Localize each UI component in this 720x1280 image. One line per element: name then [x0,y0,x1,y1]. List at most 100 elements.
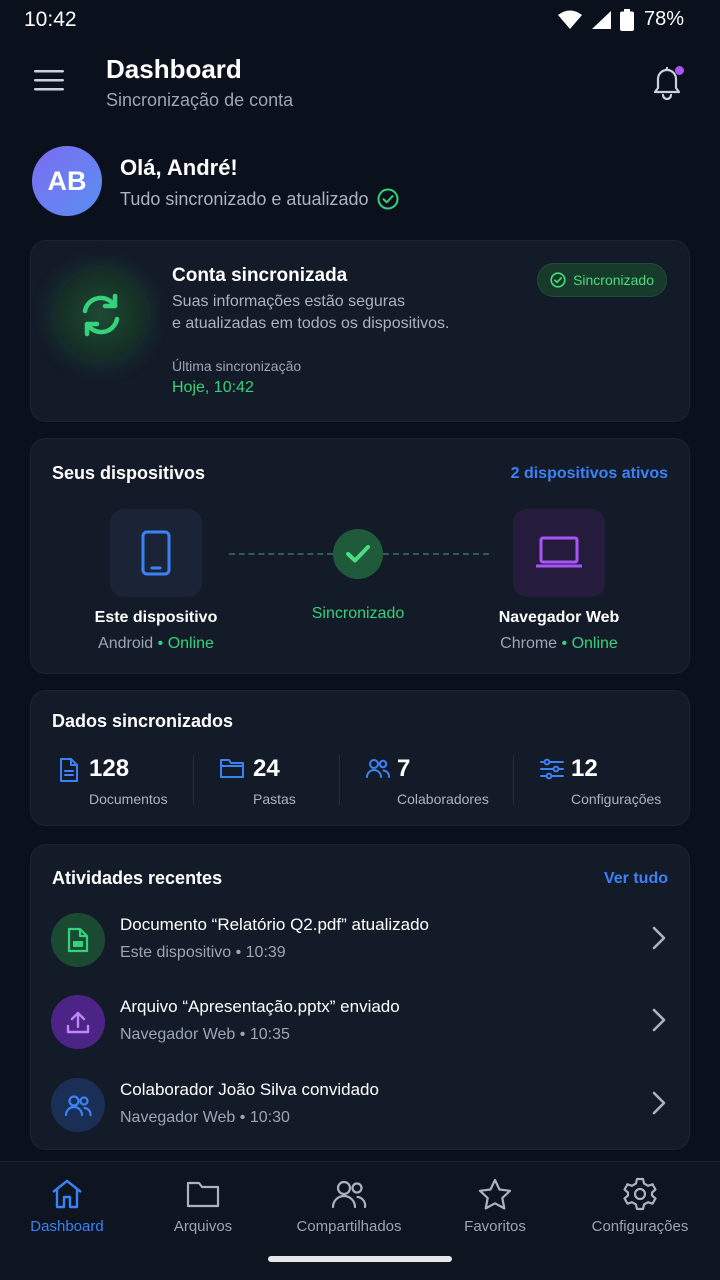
activity-item[interactable]: Documento “Relatório Q2.pdf” atualizado … [31,909,689,979]
activity-meta: Navegador Web • 10:35 [120,1026,290,1043]
nav-shared[interactable]: Compartilhados [279,1176,419,1235]
sync-status-circle [55,269,147,361]
stat-value: 7 [397,755,411,782]
notification-dot [675,66,684,75]
stat-collaborators[interactable]: 7 Colaboradores [365,755,515,811]
devices-card: Seus dispositivos 2 dispositivos ativos … [30,438,690,674]
stat-label: Configurações [571,791,662,807]
activity-meta: Navegador Web • 10:30 [120,1109,290,1126]
avatar[interactable]: AB [32,146,102,216]
active-devices-link[interactable]: 2 dispositivos ativos [511,465,668,483]
nav-dashboard[interactable]: Dashboard [0,1176,137,1235]
status-icons: 78% [557,8,684,31]
device-meta: Chrome • Online [500,635,618,652]
activity-title: Atividades recentes [52,868,223,888]
recent-activity-card: Atividades recentes Ver tudo Documento “… [30,844,690,1150]
wifi-icon [557,10,582,29]
gear-icon [623,1177,657,1211]
nav-label: Arquivos [173,1218,233,1235]
divider [193,755,194,805]
document-icon [60,758,78,782]
nav-label: Configurações [591,1218,689,1235]
device-status: Online [167,635,214,652]
users-icon [331,1180,367,1209]
divider [513,755,514,805]
signal-icon [591,10,611,29]
device-name: Este dispositivo [94,609,218,626]
activity-icon-bg [51,995,105,1049]
synced-data-title: Dados sincronizados [52,711,234,731]
sync-description-line2: e atualizadas em todos os dispositivos. [172,315,450,332]
sync-status-card: Conta sincronizada Suas informações estã… [30,240,690,422]
status-badge: Sincronizado [537,263,667,297]
stat-value: 12 [571,755,598,782]
nav-label: Compartilhados [296,1218,402,1235]
upload-icon [66,1011,90,1034]
page-title: Dashboard [106,54,242,84]
activity-meta: Este dispositivo • 10:39 [120,944,286,961]
greeting-subtitle-text: Tudo sincronizado e atualizado [120,188,369,209]
see-all-link[interactable]: Ver tudo [604,870,668,888]
device-platform: Android [98,635,154,652]
users-icon [64,1095,92,1117]
app-header: Dashboard Sincronização de conta [0,48,720,122]
battery-icon [619,8,634,31]
divider [339,755,340,805]
laptop-icon [536,536,582,568]
last-sync-value: Hoje, 10:42 [172,379,254,396]
home-indicator[interactable] [268,1256,452,1262]
activity-item[interactable]: Colaborador João Silva convidado Navegad… [31,1074,689,1144]
activity-title: Arquivo “Apresentação.pptx” enviado [120,997,400,1016]
check-icon [346,545,370,563]
chevron-right-icon [652,1091,666,1115]
nav-label: Dashboard [30,1218,104,1235]
connection-line-right [383,553,489,555]
menu-button[interactable] [32,66,68,102]
page-subtitle: Sincronização de conta [106,90,294,110]
device-phone-box[interactable] [110,509,202,597]
status-time: 10:42 [24,8,77,31]
activity-title: Colaborador João Silva convidado [120,1080,379,1099]
last-sync-label: Última sincronização [172,358,302,374]
stat-settings[interactable]: 12 Configurações [539,755,669,811]
phone-icon [141,530,171,576]
users-icon [366,759,390,778]
stat-value: 24 [253,755,280,782]
stat-value: 128 [89,755,130,782]
battery-percentage: 78% [643,8,684,30]
greeting-section: AB Olá, André! Tudo sincronizado e atual… [32,146,688,220]
chevron-right-icon [652,1008,666,1032]
activity-icon-bg [51,913,105,967]
stat-documents[interactable]: 128 Documentos [59,755,195,811]
folder-icon [220,759,244,778]
hamburger-icon [34,70,64,91]
star-icon [478,1178,512,1210]
check-circle-icon [377,188,398,210]
device-meta: Android • Online [98,635,214,652]
stat-folders[interactable]: 24 Pastas [219,755,339,811]
activity-icon-bg [51,1078,105,1132]
activity-title: Documento “Relatório Q2.pdf” atualizado [120,915,429,934]
file-icon [67,927,89,953]
stat-label: Documentos [89,791,168,807]
sync-check-circle [333,529,383,579]
home-icon [52,1179,82,1209]
device-laptop-box[interactable] [513,509,605,597]
greeting-subtitle: Tudo sincronizado e atualizado [120,188,399,210]
sync-description-line1: Suas informações estão seguras [172,293,406,310]
sync-center-label: Sincronizado [311,605,405,622]
nav-settings[interactable]: Configurações [570,1176,710,1235]
nav-files[interactable]: Arquivos [133,1176,273,1235]
activity-item[interactable]: Arquivo “Apresentação.pptx” enviado Nave… [31,991,689,1061]
synced-data-card: Dados sincronizados 128 Documentos 24 Pa… [30,690,690,826]
connection-line-left [229,553,333,555]
nav-favorites[interactable]: Favoritos [425,1176,565,1235]
chevron-right-icon [652,926,666,950]
greeting-title: Olá, André! [120,155,238,180]
folder-icon [186,1181,220,1208]
stat-label: Colaboradores [397,791,489,807]
notifications-button[interactable] [650,64,686,102]
sliders-icon [540,758,564,780]
sync-title: Conta sincronizada [172,265,348,286]
device-status: Online [571,635,618,652]
